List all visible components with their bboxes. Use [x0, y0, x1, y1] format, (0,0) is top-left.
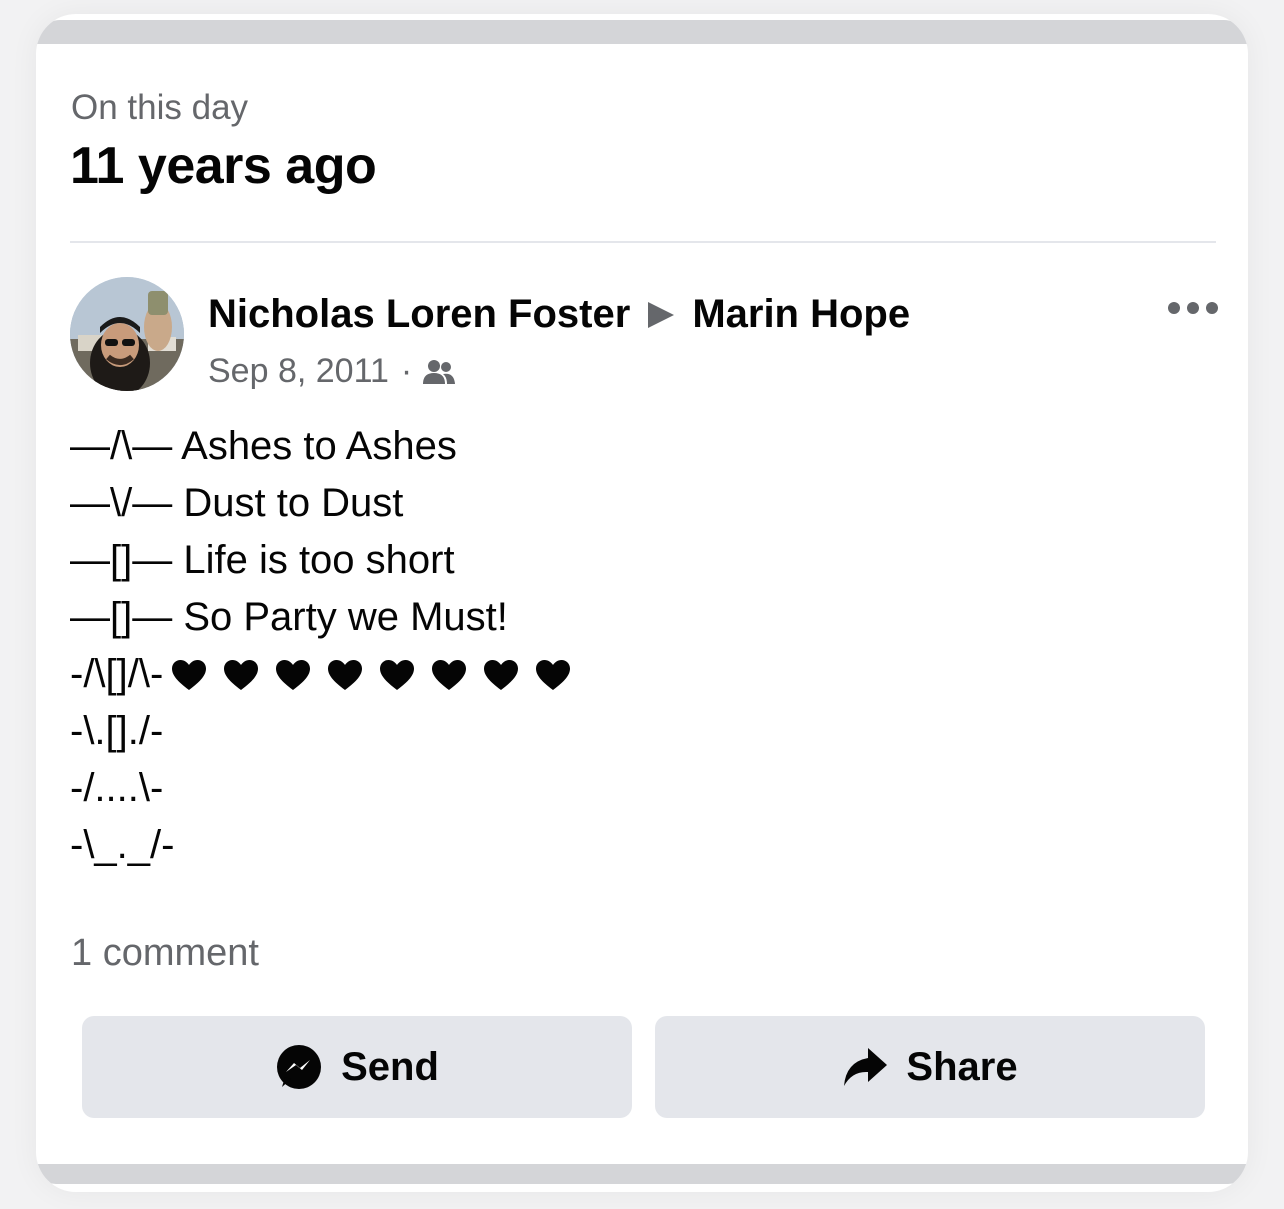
more-options-icon[interactable]	[1168, 298, 1218, 318]
recipient-name[interactable]: Marin Hope	[692, 292, 910, 337]
dot	[1187, 302, 1199, 314]
post-meta: Sep 8, 2011 ·	[208, 352, 456, 391]
send-button[interactable]: Send	[82, 1016, 632, 1118]
heart-icon	[483, 659, 519, 691]
divider	[70, 241, 1216, 243]
dot	[1206, 302, 1218, 314]
memory-kicker: On this day	[71, 88, 249, 127]
heart-icon	[535, 659, 571, 691]
post-body: —/\— Ashes to Ashes —\/— Dust to Dust —[…	[70, 418, 587, 874]
post-line: —[]— Life is too short	[70, 538, 455, 582]
hearts-row	[171, 659, 587, 691]
share-label: Share	[906, 1044, 1018, 1089]
post-line: -/....\-	[70, 766, 164, 810]
heart-icon	[379, 659, 415, 691]
card-top-edge	[36, 20, 1248, 44]
messenger-icon	[275, 1043, 323, 1091]
meta-separator: ·	[400, 352, 413, 390]
card-bottom-edge	[36, 1164, 1248, 1184]
heart-icon	[223, 659, 259, 691]
share-arrow-icon	[842, 1046, 888, 1088]
author-name[interactable]: Nicholas Loren Foster	[208, 292, 630, 337]
post-line: —[]— So Party we Must!	[70, 595, 508, 639]
comment-count[interactable]: 1 comment	[71, 932, 259, 975]
heart-icon	[431, 659, 467, 691]
memory-headline: 11 years ago	[70, 137, 377, 195]
post-line: -\.[]./-	[70, 709, 164, 753]
post-line-hearts: -/\[]/\-	[70, 646, 587, 703]
dot	[1168, 302, 1180, 314]
post-date[interactable]: Sep 8, 2011	[208, 352, 389, 391]
post-line: —/\— Ashes to Ashes	[70, 424, 457, 468]
post-header: Nicholas Loren Foster Marin Hope	[208, 292, 910, 337]
post-line-text: -/\[]/\-	[70, 652, 164, 696]
share-button[interactable]: Share	[655, 1016, 1205, 1118]
post-line: -\_._/-	[70, 823, 175, 867]
arrow-right-icon	[648, 301, 675, 328]
avatar[interactable]	[70, 277, 184, 391]
memory-card: On this day 11 years ago Nicholas Loren …	[36, 14, 1248, 1192]
friends-icon[interactable]	[422, 358, 456, 386]
heart-icon	[327, 659, 363, 691]
post-line: —\/— Dust to Dust	[70, 481, 404, 525]
heart-icon	[275, 659, 311, 691]
send-label: Send	[341, 1044, 439, 1089]
heart-icon	[171, 659, 207, 691]
